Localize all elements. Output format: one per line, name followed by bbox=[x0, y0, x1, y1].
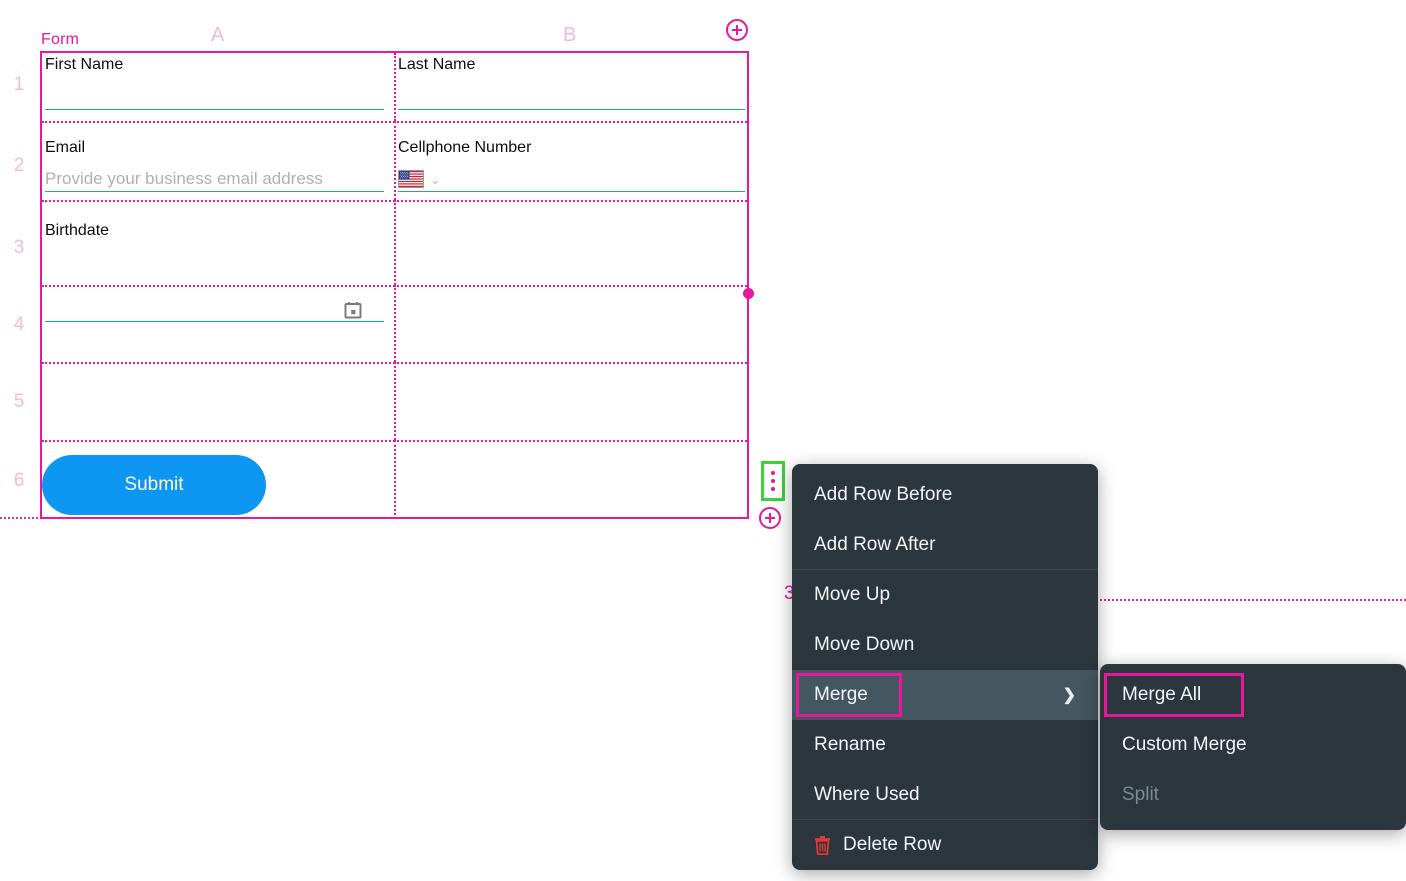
dot-2 bbox=[771, 479, 775, 483]
last-name-label: Last Name bbox=[398, 56, 476, 73]
dot-3 bbox=[771, 487, 775, 491]
row-number-3: 3 bbox=[13, 237, 25, 258]
cell-b3[interactable] bbox=[394, 200, 749, 285]
menu-item-rename[interactable]: Rename bbox=[792, 720, 1098, 770]
dot-1 bbox=[771, 471, 775, 475]
guide-line-left-bottom bbox=[0, 517, 42, 519]
submenu-label-custom-merge: Custom Merge bbox=[1122, 734, 1247, 755]
form-designer-canvas: A B Form 1 2 3 4 5 6 3 First Name Last N… bbox=[0, 0, 1406, 881]
last-name-input[interactable] bbox=[398, 109, 745, 110]
menu-item-add-row-after[interactable]: Add Row After bbox=[792, 520, 1098, 570]
cell-a2[interactable]: Email Provide your business email addres… bbox=[42, 121, 394, 200]
row-resize-handle[interactable] bbox=[743, 288, 754, 299]
add-column-button[interactable] bbox=[726, 19, 748, 41]
cell-b5[interactable] bbox=[394, 362, 749, 440]
menu-label-move-up: Move Up bbox=[814, 584, 891, 605]
column-header-a[interactable]: A bbox=[211, 24, 224, 47]
submenu-label-merge-all: Merge All bbox=[1122, 684, 1202, 705]
cell-b1[interactable]: Last Name bbox=[394, 53, 749, 121]
cell-b6[interactable] bbox=[394, 440, 749, 519]
merge-submenu: Merge All Custom Merge Split bbox=[1100, 664, 1406, 830]
chevron-down-icon[interactable]: ⌄ bbox=[430, 173, 441, 186]
menu-item-add-row-before[interactable]: Add Row Before bbox=[792, 470, 1098, 520]
row-number-1: 1 bbox=[13, 74, 25, 95]
column-header-b[interactable]: B bbox=[563, 24, 576, 47]
menu-label-where-used: Where Used bbox=[814, 783, 920, 805]
row-context-menu: Add Row Before Add Row After Move Up Mov… bbox=[792, 464, 1098, 870]
add-row-button[interactable] bbox=[759, 507, 781, 529]
menu-label-delete-row: Delete Row bbox=[843, 834, 942, 855]
row-number-6: 6 bbox=[13, 470, 25, 491]
menu-label-add-row-after: Add Row After bbox=[814, 533, 936, 555]
menu-item-where-used[interactable]: Where Used bbox=[792, 770, 1098, 820]
menu-label-move-down: Move Down bbox=[814, 634, 915, 655]
menu-item-move-down[interactable]: Move Down bbox=[792, 620, 1098, 670]
trash-icon bbox=[814, 835, 831, 855]
menu-label-add-row-before: Add Row Before bbox=[814, 484, 953, 505]
submenu-item-split: Split bbox=[1100, 770, 1406, 820]
menu-item-merge[interactable]: Merge ❯ bbox=[792, 670, 1098, 720]
submenu-item-custom-merge[interactable]: Custom Merge bbox=[1100, 720, 1406, 770]
form-grid: First Name Last Name Email Provide your … bbox=[40, 51, 754, 519]
cell-a5[interactable] bbox=[42, 362, 394, 440]
row-options-button[interactable] bbox=[761, 461, 785, 501]
email-placeholder: Provide your business email address bbox=[45, 169, 323, 188]
first-name-input[interactable] bbox=[45, 109, 384, 110]
us-flag-icon bbox=[398, 170, 424, 188]
email-input[interactable] bbox=[45, 191, 384, 192]
chevron-right-icon: ❯ bbox=[1062, 687, 1076, 704]
menu-item-move-up[interactable]: Move Up bbox=[792, 570, 1098, 620]
row-number-2: 2 bbox=[13, 155, 25, 176]
cellphone-label: Cellphone Number bbox=[398, 139, 532, 156]
cellphone-input[interactable] bbox=[398, 191, 745, 192]
birthdate-label: Birthdate bbox=[45, 222, 110, 239]
submenu-item-merge-all[interactable]: Merge All bbox=[1100, 670, 1406, 720]
cell-a4[interactable] bbox=[42, 285, 394, 362]
menu-label-merge: Merge bbox=[814, 684, 868, 705]
cell-a1[interactable]: First Name bbox=[42, 53, 394, 121]
form-title: Form bbox=[41, 31, 80, 48]
submit-button[interactable]: Submit bbox=[42, 455, 266, 515]
menu-item-delete-row[interactable]: Delete Row bbox=[792, 820, 1098, 870]
email-label: Email bbox=[45, 139, 86, 156]
country-selector[interactable]: ⌄ bbox=[398, 170, 441, 188]
menu-label-rename: Rename bbox=[814, 734, 886, 755]
first-name-label: First Name bbox=[45, 56, 124, 73]
cell-b4[interactable] bbox=[394, 285, 749, 362]
row-number-4: 4 bbox=[13, 314, 25, 335]
row-number-5: 5 bbox=[13, 391, 25, 412]
submenu-label-split: Split bbox=[1122, 784, 1159, 805]
cell-b2[interactable]: Cellphone Number ⌄ bbox=[394, 121, 749, 200]
cell-a3[interactable]: Birthdate bbox=[42, 200, 394, 322]
